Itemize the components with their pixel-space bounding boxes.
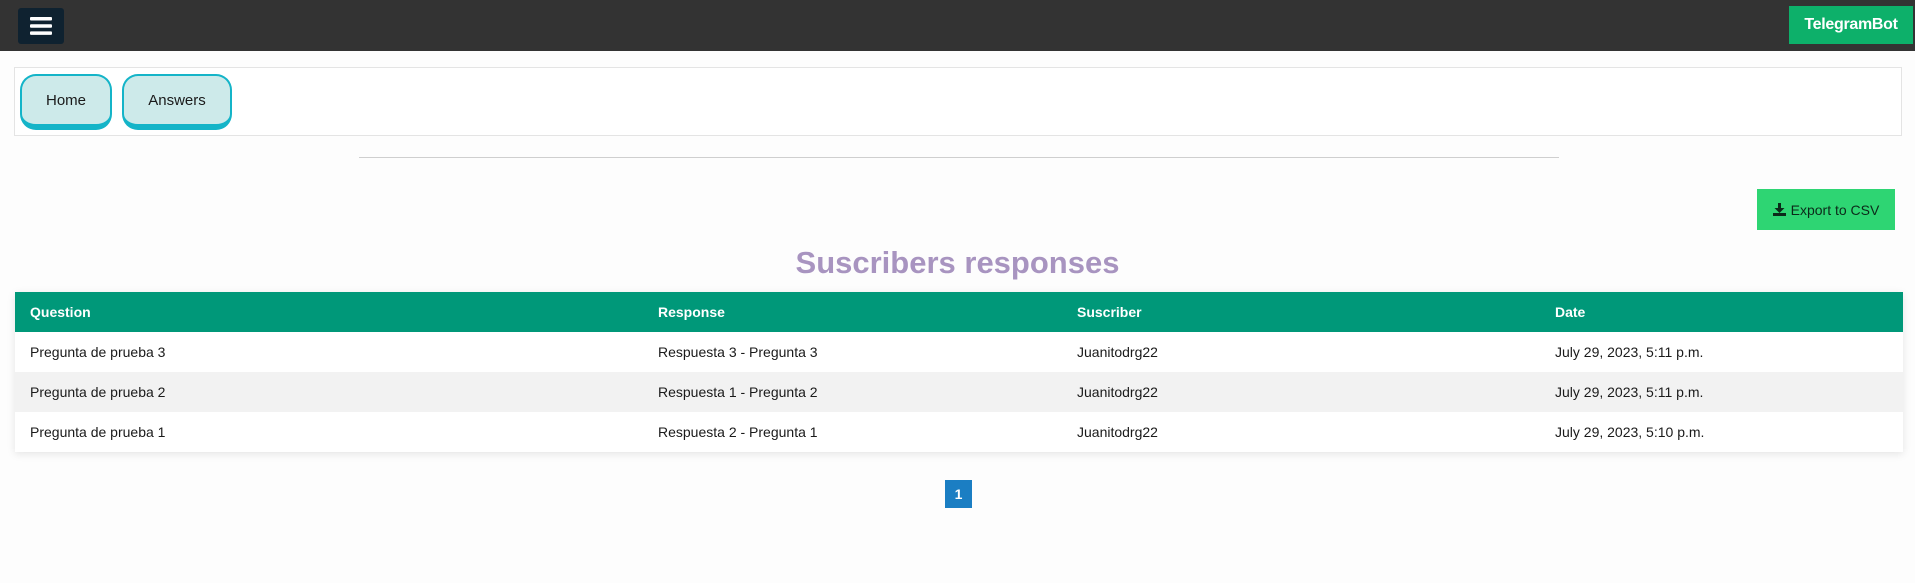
cell-suscriber: Juanitodrg22 <box>1062 412 1540 452</box>
cell-date: July 29, 2023, 5:11 p.m. <box>1540 372 1903 412</box>
pagination-page-1[interactable]: 1 <box>945 480 972 508</box>
cell-response: Respuesta 2 - Pregunta 1 <box>643 412 1062 452</box>
download-icon <box>1772 203 1786 216</box>
brand-logo-link[interactable]: TelegramBot <box>1789 6 1913 44</box>
horizontal-divider <box>359 157 1559 158</box>
page-title: Suscribers responses <box>795 245 1120 280</box>
responses-table-container: Question Response Suscriber Date Pregunt… <box>15 292 1903 452</box>
menu-toggle-button[interactable] <box>18 8 64 44</box>
column-header-suscriber: Suscriber <box>1062 292 1540 332</box>
column-header-question: Question <box>15 292 643 332</box>
table-row: Pregunta de prueba 1 Respuesta 2 - Pregu… <box>15 412 1903 452</box>
cell-suscriber: Juanitodrg22 <box>1062 372 1540 412</box>
table-header-row: Question Response Suscriber Date <box>15 292 1903 332</box>
hamburger-menu-icon <box>30 17 52 35</box>
table-row: Pregunta de prueba 3 Respuesta 3 - Pregu… <box>15 332 1903 372</box>
export-csv-button[interactable]: Export to CSV <box>1757 189 1895 230</box>
table-row: Pregunta de prueba 2 Respuesta 1 - Pregu… <box>15 372 1903 412</box>
column-header-date: Date <box>1540 292 1903 332</box>
cell-response: Respuesta 1 - Pregunta 2 <box>643 372 1062 412</box>
cell-date: July 29, 2023, 5:11 p.m. <box>1540 332 1903 372</box>
export-csv-label: Export to CSV <box>1790 201 1880 218</box>
nav-home-button[interactable]: Home <box>20 74 112 130</box>
top-navbar: TelegramBot <box>0 0 1915 51</box>
nav-panel: Home Answers <box>14 67 1902 136</box>
responses-table: Question Response Suscriber Date Pregunt… <box>15 292 1903 452</box>
cell-question: Pregunta de prueba 1 <box>15 412 643 452</box>
column-header-response: Response <box>643 292 1062 332</box>
cell-question: Pregunta de prueba 3 <box>15 332 643 372</box>
cell-date: July 29, 2023, 5:10 p.m. <box>1540 412 1903 452</box>
cell-suscriber: Juanitodrg22 <box>1062 332 1540 372</box>
nav-answers-button[interactable]: Answers <box>122 74 232 130</box>
cell-question: Pregunta de prueba 2 <box>15 372 643 412</box>
cell-response: Respuesta 3 - Pregunta 3 <box>643 332 1062 372</box>
